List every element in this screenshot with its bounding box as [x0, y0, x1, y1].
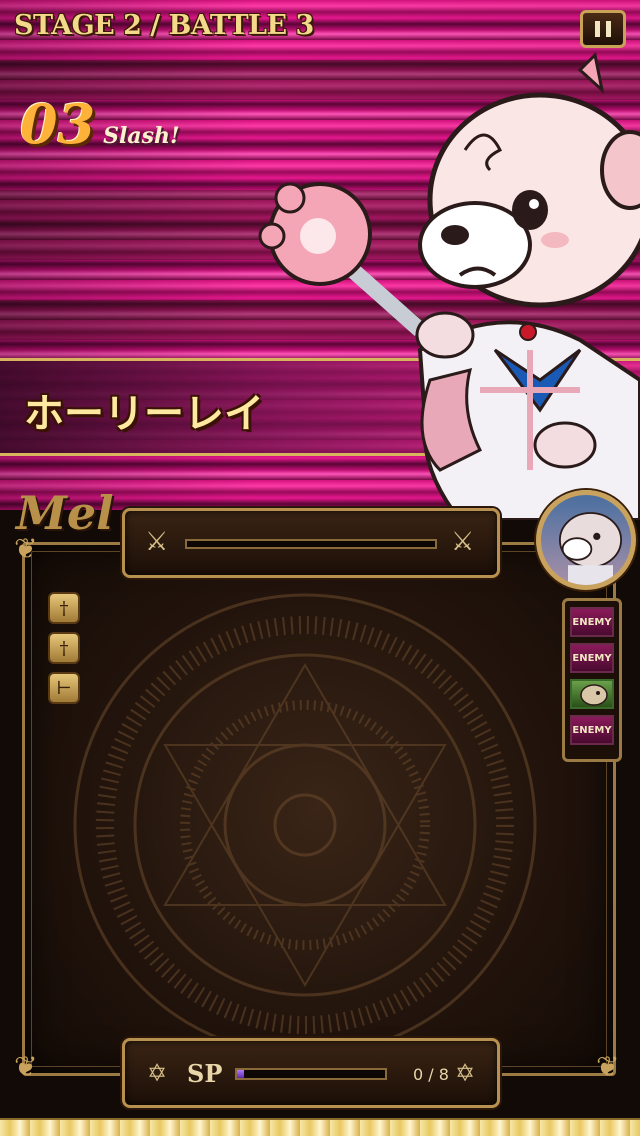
- ornament-icon: ❦: [14, 1050, 38, 1083]
- turn-slot-enemy[interactable]: ENEMY: [570, 715, 614, 745]
- magic-circle-icon: [73, 593, 537, 1057]
- star-icon: ✡: [455, 1059, 476, 1087]
- star-icon: ✡: [147, 1059, 168, 1087]
- hp-bar: [185, 539, 437, 549]
- current-turn-portrait[interactable]: [536, 490, 636, 590]
- turn-slot-enemy[interactable]: ENEMY: [570, 607, 614, 637]
- crossed-swords-icon: ⚔: [451, 527, 475, 557]
- turn-slot-ally[interactable]: [570, 679, 614, 709]
- sp-bar: [235, 1068, 387, 1080]
- ornament-icon: ❦: [14, 532, 38, 565]
- dagger-icon[interactable]: †: [48, 632, 80, 664]
- bear-priest-character: [258, 51, 640, 520]
- sp-gauge-frame: ✡ SP 0 / 8 ✡: [122, 1038, 500, 1108]
- sp-label: SP: [187, 1059, 223, 1088]
- hp-gauge-frame: ⚔ ⚔: [122, 508, 500, 578]
- ornament-icon: ❦: [596, 1050, 620, 1083]
- turn-order-list: ENEMY ENEMY ENEMY: [562, 598, 622, 762]
- turn-slot-enemy[interactable]: ENEMY: [570, 643, 614, 673]
- battle-panel[interactable]: [22, 542, 616, 1076]
- pause-button[interactable]: [580, 10, 626, 48]
- bear-avatar-icon: [580, 684, 608, 706]
- combo-count: 03: [20, 92, 96, 156]
- bottom-ornament-strip: [0, 1118, 640, 1136]
- bear-avatar-icon: [559, 512, 622, 585]
- pause-icon: [592, 21, 614, 37]
- crossed-swords-icon: ⚔: [145, 527, 169, 557]
- sp-bar-fill: [237, 1070, 245, 1078]
- dagger-icon[interactable]: †: [48, 592, 80, 624]
- sword-icon[interactable]: ⊢: [48, 672, 80, 704]
- sp-value: 0 / 8: [413, 1065, 449, 1084]
- stage-label: STAGE 2 / BATTLE 3: [14, 10, 314, 41]
- skill-name: ホーリーレイ: [24, 391, 264, 437]
- combo-counter: 03 Slash!: [20, 92, 180, 156]
- combo-word: Slash!: [103, 123, 180, 149]
